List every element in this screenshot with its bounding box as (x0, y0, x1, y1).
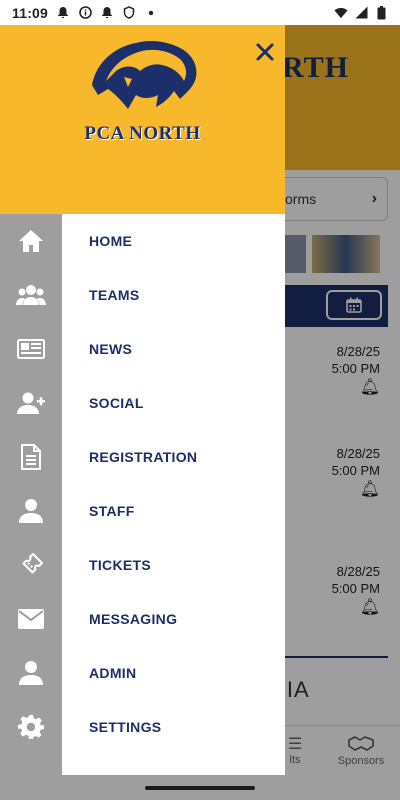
menu-item-label: TEAMS (89, 287, 140, 303)
dot-icon (144, 6, 158, 20)
menu-item-social[interactable]: SOCIAL (0, 376, 285, 430)
menu-item-label: MESSAGING (89, 611, 178, 627)
wifi-icon (334, 6, 348, 20)
menu-item-settings[interactable]: SETTINGS (0, 700, 285, 754)
notification-bell-icon (56, 6, 70, 20)
drawer-header: PCA NORTH (0, 25, 285, 214)
menu-item-label: TICKETS (89, 557, 151, 573)
status-time: 11:09 (12, 4, 49, 21)
gesture-bar[interactable] (145, 786, 255, 790)
menu-item-label: SETTINGS (89, 719, 162, 735)
info-icon (78, 6, 92, 20)
shield-icon (122, 6, 136, 20)
menu-item-label: ADMIN (89, 665, 137, 681)
home-icon (0, 214, 62, 268)
menu-item-label: STAFF (89, 503, 135, 519)
menu-item-admin[interactable]: ADMIN (0, 646, 285, 700)
brand-name: PCA NORTH (84, 123, 201, 144)
menu-item-tickets[interactable]: TICKETS (0, 538, 285, 592)
signal-icon (354, 6, 368, 20)
menu-item-news[interactable]: NEWS (0, 322, 285, 376)
person-icon (0, 484, 62, 538)
status-bar: 11:09 (0, 0, 400, 25)
ticket-icon (0, 538, 62, 592)
menu-item-home[interactable]: HOME (0, 214, 285, 268)
person-icon (0, 646, 62, 700)
menu-item-label: REGISTRATION (89, 449, 198, 465)
gear-icon (0, 700, 62, 754)
battery-icon (374, 5, 388, 20)
menu-item-teams[interactable]: TEAMS (0, 268, 285, 322)
newspaper-icon (0, 322, 62, 376)
envelope-icon (0, 592, 62, 646)
menu-item-label: NEWS (89, 341, 133, 357)
notification-bell-icon (100, 6, 114, 20)
menu-item-label: SOCIAL (89, 395, 144, 411)
close-button[interactable] (250, 37, 280, 67)
menu-item-messaging[interactable]: MESSAGING (0, 592, 285, 646)
lion-mascot-logo (84, 33, 204, 121)
add-person-icon (0, 376, 62, 430)
document-icon (0, 430, 62, 484)
menu-item-registration[interactable]: REGISTRATION (0, 430, 285, 484)
close-icon (256, 43, 274, 61)
group-icon (0, 268, 62, 322)
menu-item-label: HOME (89, 233, 133, 249)
menu-item-staff[interactable]: STAFF (0, 484, 285, 538)
navigation-drawer: PCA NORTH HOME TEAMS NEWS SOCIAL REGISTR (0, 25, 285, 775)
